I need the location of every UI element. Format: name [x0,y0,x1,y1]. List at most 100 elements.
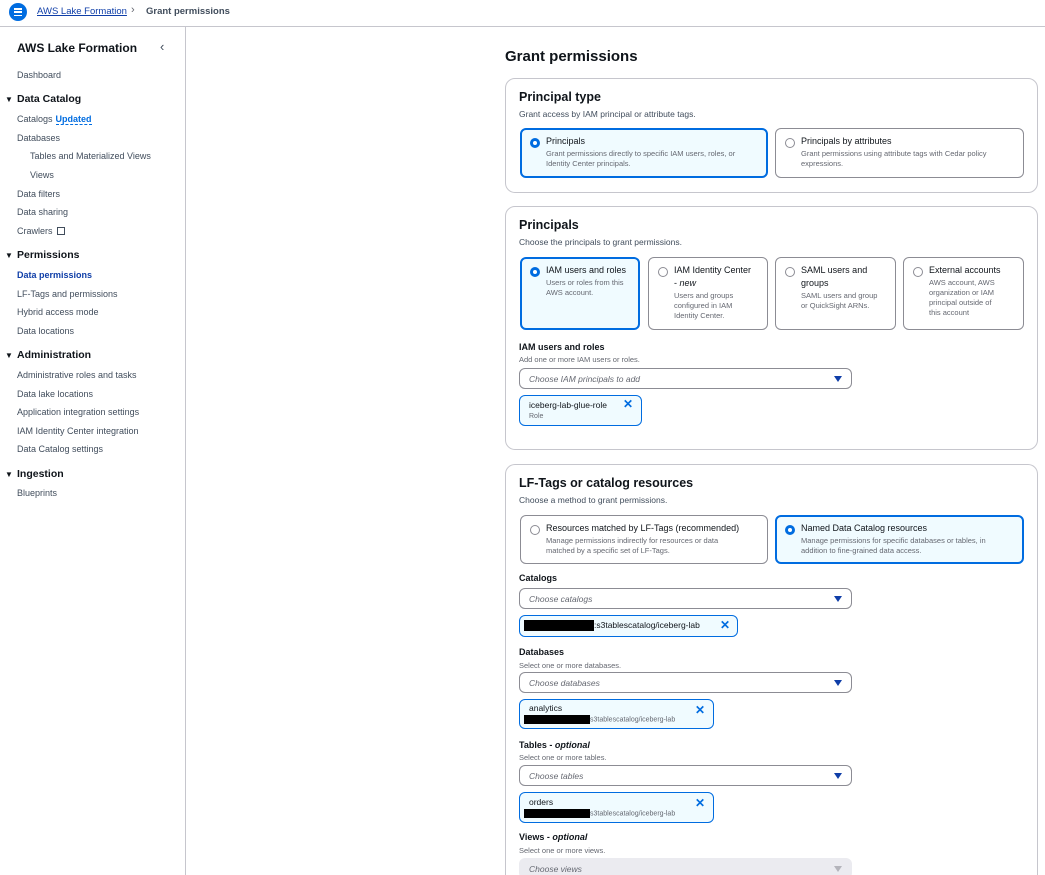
option-description: or QuickSight ARNs. [801,301,870,310]
token-label: iceberg-lab-glue-role [529,400,607,410]
sidebar-title[interactable]: AWS Lake Formation [17,41,137,55]
radio-unselected-icon[interactable] [785,267,795,277]
sidebar-section-ingestion[interactable]: ▼ Ingestion [5,468,64,480]
radio-unselected-icon[interactable] [658,267,668,277]
option-description: Identity Center principals. [546,159,631,168]
radio-selected-icon[interactable] [530,138,540,148]
sidebar-item-iam-identity-center[interactable]: IAM Identity Center integration [17,426,139,436]
field-description: Select one or more tables. [519,753,607,762]
select-placeholder: Choose databases [529,678,600,688]
caret-down-icon [834,866,842,872]
radio-unselected-icon[interactable] [913,267,923,277]
sidebar-item-blueprints[interactable]: Blueprints [17,488,57,498]
option-label: groups [801,278,829,288]
option-iam-users-and-roles[interactable]: IAM users and roles Users or roles from … [520,257,640,330]
caret-down-icon: ▼ [5,470,13,479]
caret-down-icon [834,773,842,779]
sidebar-item-data-filters[interactable]: Data filters [17,189,60,199]
sidebar-section-data-catalog[interactable]: ▼ Data Catalog [5,93,81,105]
select-placeholder: Choose IAM principals to add [529,374,641,384]
catalogs-select[interactable]: Choose catalogs [519,588,852,609]
sidebar-section-permissions[interactable]: ▼ Permissions [5,249,79,261]
option-principals-by-attributes[interactable]: Principals by attributes Grant permissio… [775,128,1024,178]
sidebar-section-administration[interactable]: ▼ Administration [5,349,91,361]
iam-principals-select[interactable]: Choose IAM principals to add [519,368,852,389]
sidebar-item-crawlers[interactable]: Crawlers [17,226,65,236]
caret-down-icon [834,376,842,382]
option-principals[interactable]: Principals Grant permissions directly to… [520,128,768,178]
radio-selected-icon[interactable] [785,525,795,535]
remove-icon[interactable]: ✕ [695,796,705,810]
option-saml-users-and-groups[interactable]: SAML users and groups SAML users and gro… [775,257,896,330]
selected-principal-token: iceberg-lab-glue-role Role ✕ [519,395,642,426]
sidebar-item-data-sharing[interactable]: Data sharing [17,207,68,217]
collapse-sidebar-icon[interactable]: ‹ [160,39,164,54]
token-label: analytics [529,703,563,713]
section-description: Grant access by IAM principal or attribu… [519,109,696,119]
updated-badge[interactable]: Updated [55,114,92,125]
option-description: matched by a specific set of LF-Tags. [546,546,670,555]
sidebar-item-admin-roles[interactable]: Administrative roles and tasks [17,370,137,380]
sidebar-item-tables[interactable]: Tables and Materialized Views [30,151,151,161]
option-description: Identity Center. [674,311,725,320]
token-sublabel: s3tablescatalog/iceberg-lab [524,809,675,818]
radio-selected-icon[interactable] [530,267,540,277]
option-iam-identity-center[interactable]: IAM Identity Center - new Users and grou… [648,257,768,330]
chevron-right-icon: › [131,4,135,16]
option-description: configured in IAM [674,301,733,310]
sidebar-item-catalog-settings[interactable]: Data Catalog settings [17,444,103,454]
top-navigation-bar: AWS Lake Formation › Grant permissions [0,0,1045,27]
option-named-data-catalog-resources[interactable]: Named Data Catalog resources Manage perm… [775,515,1024,564]
section-title: LF-Tags or catalog resources [519,476,694,490]
selected-catalog-token: :s3tablescatalog/iceberg-lab ✕ [519,615,738,637]
menu-icon[interactable] [9,3,27,21]
sidebar-item-data-lake-locations[interactable]: Data lake locations [17,389,93,399]
option-label: External accounts [929,265,1001,275]
field-label: IAM users and roles [519,342,605,352]
select-placeholder: Choose catalogs [529,594,593,604]
option-label: Resources matched by LF-Tags (recommende… [546,523,740,533]
caret-down-icon [834,680,842,686]
option-description: addition to fine-grained data access. [801,546,922,555]
lf-tags-or-catalog-resources-container: LF-Tags or catalog resources Choose a me… [505,464,1038,875]
remove-icon[interactable]: ✕ [720,618,730,632]
option-description: this account [929,308,970,317]
breadcrumb-current: Grant permissions [146,6,230,17]
option-description: Manage permissions indirectly for resour… [546,536,719,545]
databases-select[interactable]: Choose databases [519,672,852,693]
token-sublabel: s3tablescatalog/iceberg-lab [524,715,675,724]
sidebar-item-data-locations[interactable]: Data locations [17,326,74,336]
option-label: Principals [546,136,586,146]
tables-select[interactable]: Choose tables [519,765,852,786]
remove-icon[interactable]: ✕ [623,397,633,411]
sidebar-item-app-integration[interactable]: Application integration settings [17,407,139,417]
option-description: Manage permissions for specific database… [801,536,986,545]
new-label: - new [674,278,697,288]
sidebar-item-views[interactable]: Views [30,170,54,180]
option-resources-matched-by-lf-tags[interactable]: Resources matched by LF-Tags (recommende… [520,515,768,564]
sidebar-item-dashboard[interactable]: Dashboard [17,70,61,80]
sidebar-item-catalogs[interactable]: Catalogs Updated [17,114,92,125]
option-description: Users and groups [674,291,734,300]
external-link-icon [56,227,65,235]
sidebar-item-data-permissions[interactable]: Data permissions [17,270,92,280]
option-description: Users or roles from this [546,278,624,287]
field-label: Tables - optional [519,740,590,750]
section-description: Choose a method to grant permissions. [519,495,668,505]
sidebar-item-databases[interactable]: Databases [17,133,60,143]
views-select[interactable]: Choose views [519,858,852,875]
radio-unselected-icon[interactable] [530,525,540,535]
breadcrumb-link-lake-formation[interactable]: AWS Lake Formation [37,6,127,17]
sidebar-item-lf-tags[interactable]: LF-Tags and permissions [17,289,118,299]
sidebar-item-hybrid-access[interactable]: Hybrid access mode [17,307,99,317]
token-label: :s3tablescatalog/iceberg-lab [524,620,700,632]
token-sublabel: Role [529,413,544,420]
option-description: AWS account, AWS [929,278,995,287]
caret-down-icon [834,596,842,602]
remove-icon[interactable]: ✕ [695,703,705,717]
principals-container: Principals Choose the principals to gran… [505,206,1038,450]
option-external-accounts[interactable]: External accounts AWS account, AWS organ… [903,257,1024,330]
option-description: organization or IAM [929,288,995,297]
principal-type-container: Principal type Grant access by IAM princ… [505,78,1038,193]
radio-unselected-icon[interactable] [785,138,795,148]
